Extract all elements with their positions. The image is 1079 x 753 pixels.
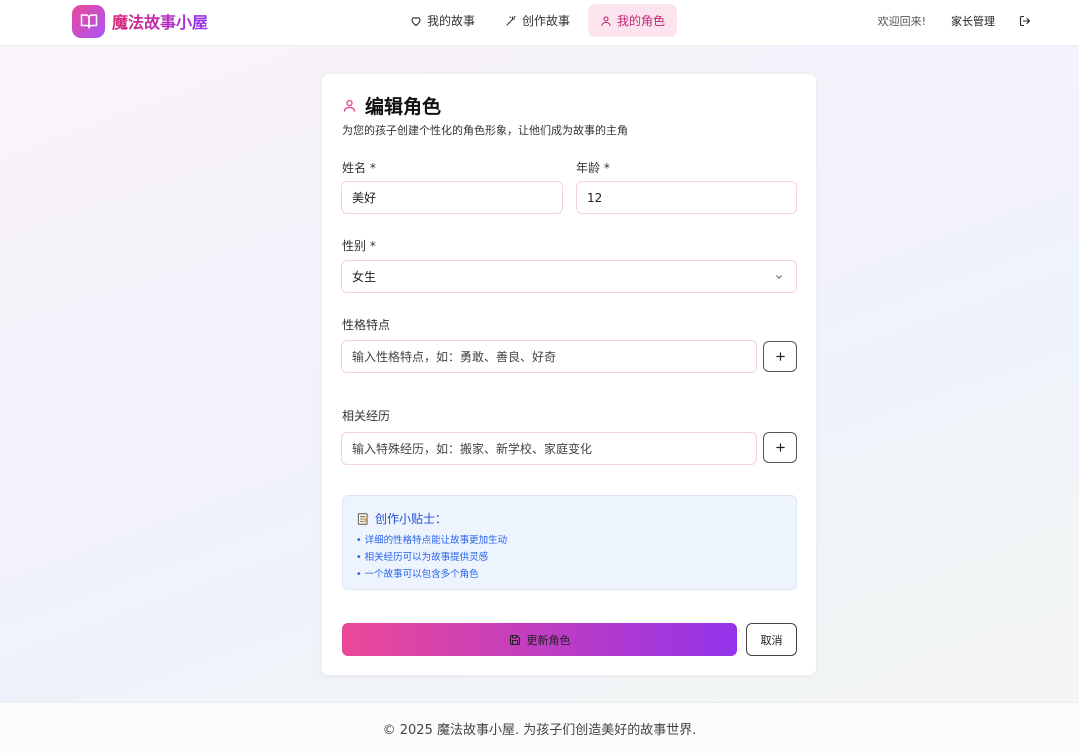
age-label: 年龄 * bbox=[576, 161, 610, 175]
user-icon bbox=[343, 99, 356, 112]
main-nav: 我的故事 创作故事 我的角色 bbox=[398, 4, 678, 37]
app-logo[interactable]: 魔法故事小屋 bbox=[72, 4, 208, 38]
header-tools: 欢迎回来! 家长管理 bbox=[878, 12, 1031, 30]
tip-item: • 相关经历可以为故事提供灵感 bbox=[356, 552, 489, 563]
experience-placeholder: 输入特殊经历，如：搬家、新学校、家庭变化 bbox=[352, 442, 593, 456]
gender-label: 性别 * bbox=[342, 239, 376, 253]
nav-label: 创作故事 bbox=[522, 14, 571, 28]
page-title: 编辑角色 bbox=[365, 96, 442, 118]
update-character-label: 更新角色 bbox=[526, 633, 571, 647]
age-field[interactable]: 12 bbox=[576, 181, 797, 214]
edit-character-card: 编辑角色 为您的孩子创建个性化的角色形象，让他们成为故事的主角 姓名 * 美好 … bbox=[321, 73, 817, 676]
add-trait-button[interactable] bbox=[763, 341, 797, 372]
name-value: 美好 bbox=[352, 191, 377, 205]
top-navigation-bar: 魔法故事小屋 我的故事 创作故事 我的角色 欢迎回来! 家长管理 bbox=[0, 0, 1079, 46]
name-label: 姓名 * bbox=[342, 161, 376, 175]
magic-wand-icon bbox=[506, 15, 516, 26]
welcome-text: 欢迎回来! bbox=[877, 15, 926, 28]
name-field[interactable]: 美好 bbox=[341, 181, 563, 214]
creation-tips-box: 创作小贴士： • 详细的性格特点能让故事更加生动 • 相关经历可以为故事提供灵感… bbox=[342, 495, 797, 590]
gender-select[interactable]: 女生 bbox=[341, 260, 797, 293]
card-header: 编辑角色 bbox=[342, 92, 441, 119]
traits-label: 性格特点 bbox=[342, 318, 391, 332]
add-experience-button[interactable] bbox=[763, 432, 797, 463]
nav-label: 我的角色 bbox=[617, 14, 666, 28]
chevron-down-icon bbox=[776, 275, 782, 279]
traits-placeholder: 输入性格特点，如：勇敢、善良、好奇 bbox=[352, 350, 557, 364]
app-title: 魔法故事小屋 bbox=[112, 9, 208, 33]
save-icon bbox=[509, 634, 520, 645]
age-value: 12 bbox=[587, 190, 603, 205]
plus-icon bbox=[775, 352, 785, 361]
nav-my-characters[interactable]: 我的角色 bbox=[588, 4, 678, 37]
experience-label: 相关经历 bbox=[342, 409, 391, 423]
tip-item: • 详细的性格特点能让故事更加生动 bbox=[356, 535, 508, 546]
footer-text: © 2025 魔法故事小屋. 为孩子们创造美好的故事世界. bbox=[382, 722, 697, 738]
nav-label: 我的故事 bbox=[427, 14, 476, 28]
tip-item: • 一个故事可以包含多个角色 bbox=[356, 569, 479, 580]
user-icon bbox=[601, 15, 611, 26]
parent-admin-link[interactable]: 家长管理 bbox=[951, 13, 995, 29]
traits-input[interactable]: 输入性格特点，如：勇敢、善良、好奇 bbox=[341, 340, 757, 373]
tips-list: • 详细的性格特点能让故事更加生动 • 相关经历可以为故事提供灵感 • 一个故事… bbox=[356, 532, 507, 583]
experience-input[interactable]: 输入特殊经历，如：搬家、新学校、家庭变化 bbox=[341, 432, 757, 465]
gender-value: 女生 bbox=[352, 270, 377, 284]
nav-create-story[interactable]: 创作故事 bbox=[493, 4, 582, 37]
page-subtitle: 为您的孩子创建个性化的角色形象，让他们成为故事的主角 bbox=[342, 124, 628, 137]
tips-title: 创作小贴士： bbox=[375, 512, 448, 526]
logout-icon[interactable] bbox=[1019, 15, 1031, 27]
update-character-button[interactable]: 更新角色 bbox=[342, 623, 737, 656]
nav-my-stories[interactable]: 我的故事 bbox=[398, 4, 487, 37]
cancel-label: 取消 bbox=[760, 633, 783, 647]
book-icon bbox=[72, 4, 105, 38]
page-footer: © 2025 魔法故事小屋. 为孩子们创造美好的故事世界. bbox=[0, 702, 1079, 753]
plus-icon bbox=[775, 443, 785, 452]
cancel-button[interactable]: 取消 bbox=[746, 623, 797, 656]
heart-icon bbox=[411, 16, 421, 26]
memo-icon bbox=[357, 512, 369, 525]
tips-title-row: 创作小贴士： bbox=[356, 510, 447, 527]
